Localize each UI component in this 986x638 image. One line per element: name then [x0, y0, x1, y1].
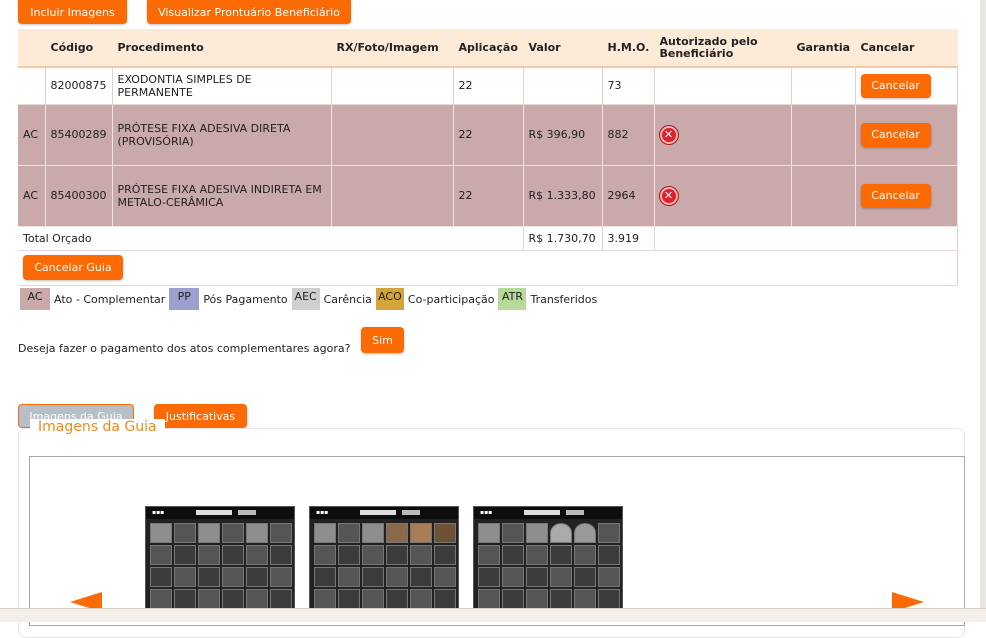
legend-swatch-atr: ATR — [498, 288, 527, 310]
col-header-autorizado: Autorizado pelo Beneficiário — [654, 29, 792, 68]
incluir-imagens-button[interactable]: Incluir Imagens — [18, 0, 127, 24]
cell-garantia — [791, 104, 856, 166]
cell-valor — [523, 67, 603, 105]
procedures-table: Código Procedimento RX/Foto/Imagem Aplic… — [18, 29, 958, 286]
col-header-hmo: H.M.O. — [602, 29, 655, 68]
total-label: Total Orçado — [18, 226, 524, 251]
cell-garantia — [791, 165, 856, 227]
legend-label-aco: Co-participação — [407, 292, 495, 306]
table-row: AC 85400289 PRÓTESE FIXA ADESIVA DIRETA … — [18, 104, 958, 166]
col-header-rx: RX/Foto/Imagem — [331, 29, 454, 68]
visualizar-prontuario-button[interactable]: Visualizar Prontuário Beneficiário — [147, 0, 351, 24]
legend-label-aec: Carência — [323, 292, 372, 306]
total-empty — [654, 226, 958, 251]
thumbnail-logo-icon: ▪▪▪ — [152, 509, 165, 516]
total-row: Total Orçado R$ 1.730,70 3.919 — [18, 226, 958, 251]
cancelar-row-button[interactable]: Cancelar — [860, 122, 931, 147]
cell-hmo: 2964 — [602, 165, 655, 227]
col-header-cancelar: Cancelar — [855, 29, 958, 68]
cell-rx — [331, 165, 454, 227]
bottom-bar — [0, 608, 986, 622]
cell-garantia — [791, 67, 856, 105]
image-thumbnail[interactable]: ▪▪▪ — [145, 506, 295, 616]
cancelar-row-button[interactable]: Cancelar — [860, 73, 931, 98]
cell-aplicacao: 22 — [453, 67, 524, 105]
table-row: 82000875 EXODONTIA SIMPLES DE PERMANENTE… — [18, 67, 958, 105]
cancelar-guia-button[interactable]: Cancelar Guia — [23, 255, 123, 280]
cell-codigo: 85400289 — [45, 104, 113, 166]
cell-cancelar: Cancelar — [855, 67, 958, 105]
page-scrollbar[interactable] — [980, 0, 986, 622]
cell-tipo: AC — [18, 165, 46, 227]
cell-aplicacao: 22 — [453, 104, 524, 166]
cell-procedimento: EXODONTIA SIMPLES DE PERMANENTE — [112, 67, 332, 105]
not-authorized-icon: ✕ — [659, 186, 678, 205]
not-authorized-icon: ✕ — [659, 125, 678, 144]
image-thumbnail[interactable]: ▪▪▪ — [309, 506, 459, 616]
col-header-codigo: Código — [45, 29, 113, 68]
cancelar-guia-cell: Cancelar Guia — [18, 250, 958, 286]
sim-button[interactable]: Sim — [361, 327, 404, 353]
cell-rx — [331, 67, 454, 105]
thumbnail-logo-icon: ▪▪▪ — [316, 509, 329, 516]
legend-label-ac: Ato - Complementar — [54, 292, 166, 306]
legend-swatch-pp: PP — [169, 288, 200, 310]
total-hmo: 3.919 — [602, 226, 655, 251]
cell-aplicacao: 22 — [453, 165, 524, 227]
legend-label-atr: Transferidos — [530, 292, 598, 306]
cell-autorizado: ✕ — [654, 165, 792, 227]
tab-justificativas[interactable]: Justificativas — [154, 404, 247, 428]
table-header-row: Código Procedimento RX/Foto/Imagem Aplic… — [18, 29, 958, 68]
image-thumbnail[interactable]: ▪▪▪ — [473, 506, 623, 616]
table-row: AC 85400300 PRÓTESE FIXA ADESIVA INDIRET… — [18, 165, 958, 227]
status-legend: AC Ato - Complementar PP Pós Pagamento A… — [20, 288, 597, 310]
cell-codigo: 85400300 — [45, 165, 113, 227]
cancelar-row-button[interactable]: Cancelar — [860, 183, 931, 208]
cancelar-guia-row: Cancelar Guia — [18, 250, 958, 286]
cell-cancelar: Cancelar — [855, 104, 958, 166]
col-header-procedimento: Procedimento — [112, 29, 332, 68]
panel-title: Imagens da Guia — [30, 419, 165, 435]
col-header-garantia: Garantia — [791, 29, 856, 68]
thumbnail-logo-icon: ▪▪▪ — [480, 509, 493, 516]
cell-tipo: AC — [18, 104, 46, 166]
legend-label-pp: Pós Pagamento — [203, 292, 288, 306]
col-header-valor: Valor — [523, 29, 603, 68]
cell-valor: R$ 396,90 — [523, 104, 603, 166]
cell-hmo: 73 — [602, 67, 655, 105]
total-valor: R$ 1.730,70 — [523, 226, 603, 251]
col-header-aplicacao: Aplicação — [453, 29, 524, 68]
legend-swatch-aec: AEC — [291, 288, 320, 310]
cell-hmo: 882 — [602, 104, 655, 166]
cell-procedimento: PRÓTESE FIXA ADESIVA INDIRETA EM METALO-… — [112, 165, 332, 227]
cell-tipo — [18, 67, 46, 105]
cell-autorizado — [654, 67, 792, 105]
cell-cancelar: Cancelar — [855, 165, 958, 227]
legend-swatch-aco: ACO — [375, 288, 404, 310]
legend-swatch-ac: AC — [20, 288, 50, 310]
col-header-tipo — [18, 29, 46, 68]
cell-codigo: 82000875 — [45, 67, 113, 105]
cell-rx — [331, 104, 454, 166]
cell-valor: R$ 1.333,80 — [523, 165, 603, 227]
pagamento-question: Deseja fazer o pagamento dos atos comple… — [18, 342, 351, 355]
cell-autorizado: ✕ — [654, 104, 792, 166]
cell-procedimento: PRÓTESE FIXA ADESIVA DIRETA (PROVISÓRIA) — [112, 104, 332, 166]
